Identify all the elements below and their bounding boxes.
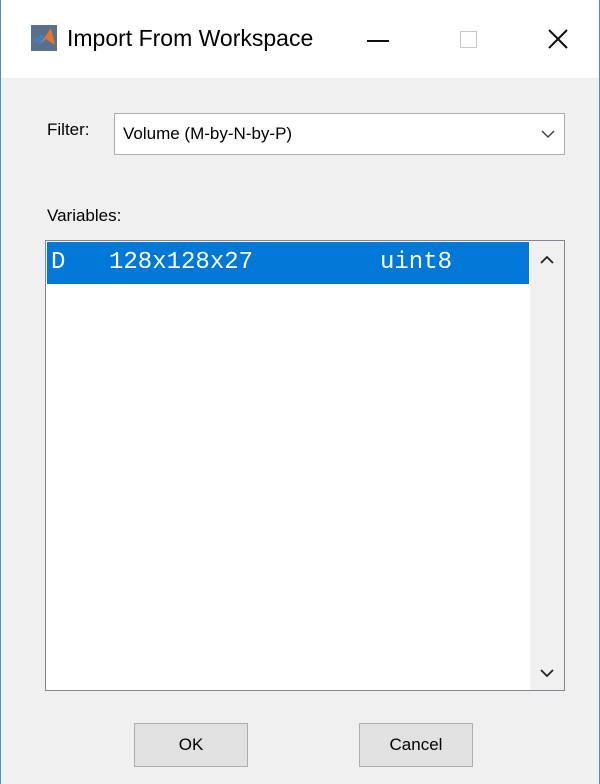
chevron-up-icon xyxy=(540,255,554,264)
scroll-up-button[interactable] xyxy=(530,243,564,277)
import-dialog: Import From Workspace Filter: Volume (M-… xyxy=(0,0,600,784)
chevron-down-icon xyxy=(541,130,555,139)
vertical-scrollbar[interactable] xyxy=(530,241,564,690)
chevron-down-icon xyxy=(540,669,554,678)
close-icon xyxy=(548,29,568,49)
minimize-icon xyxy=(367,40,389,42)
cancel-button[interactable]: Cancel xyxy=(359,723,473,767)
ok-button[interactable]: OK xyxy=(134,723,248,767)
filter-dropdown[interactable]: Volume (M-by-N-by-P) xyxy=(114,113,565,155)
maximize-icon xyxy=(459,30,477,48)
variable-class: uint8 xyxy=(380,249,453,276)
variable-row[interactable]: D 128x128x27 uint8 xyxy=(47,242,529,284)
variable-size: 128x128x27 xyxy=(109,249,254,276)
dropdown-arrow[interactable] xyxy=(532,114,564,154)
minimize-button[interactable] xyxy=(333,0,423,78)
variable-name: D xyxy=(51,249,66,276)
maximize-button[interactable] xyxy=(423,0,513,78)
matlab-logo-icon xyxy=(31,25,57,51)
variables-label: Variables: xyxy=(47,206,122,225)
title-bar[interactable]: Import From Workspace xyxy=(1,0,599,78)
filter-selected-value: Volume (M-by-N-by-P) xyxy=(123,124,293,143)
filter-label: Filter: xyxy=(47,120,90,139)
variables-list[interactable]: D 128x128x27 uint8 xyxy=(45,240,565,691)
close-button[interactable] xyxy=(513,0,600,78)
scroll-down-button[interactable] xyxy=(530,656,564,690)
window-title: Import From Workspace xyxy=(67,25,314,51)
